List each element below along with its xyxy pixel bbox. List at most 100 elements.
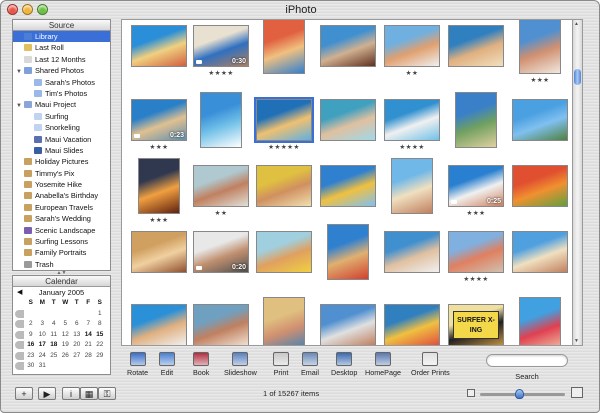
week-select-tab[interactable] [15, 309, 24, 318]
photo-thumbnail[interactable] [327, 224, 369, 280]
photo-thumbnail[interactable] [254, 97, 314, 143]
calendar-toggle-button[interactable]: ▦ [80, 387, 98, 400]
week-select-tab[interactable] [15, 351, 24, 360]
photo-thumbnail[interactable] [512, 231, 568, 273]
week-select-tab[interactable] [15, 320, 24, 328]
photo-thumbnail[interactable] [131, 231, 187, 273]
info-button[interactable]: i [62, 387, 80, 400]
source-item[interactable]: Maui Slides [13, 145, 110, 156]
calendar-day[interactable]: 8 [94, 319, 106, 330]
calendar-week-row[interactable]: 30 31 [13, 361, 110, 372]
photo-thumbnail[interactable] [320, 99, 376, 141]
photo-thumbnail[interactable] [320, 25, 376, 67]
calendar-day[interactable]: 21 [83, 340, 95, 351]
source-item[interactable]: Timmy's Pix [13, 168, 110, 179]
source-item[interactable]: Sarah's Wedding [13, 213, 110, 224]
photo-thumbnail[interactable] [384, 99, 440, 141]
week-select-tab[interactable] [15, 330, 24, 339]
calendar-day[interactable]: 19 [60, 340, 72, 351]
photo-thumbnail[interactable] [320, 165, 376, 207]
photo-thumbnail[interactable] [384, 231, 440, 273]
calendar-day[interactable]: 11 [48, 330, 60, 341]
photo-thumbnail[interactable] [131, 25, 187, 67]
calendar-week-row[interactable]: 2345678 [13, 319, 110, 330]
calendar-week-row[interactable]: 16 17 18 19 20 21 22 [13, 340, 110, 351]
photo-thumbnail[interactable]: 0:25 [448, 165, 504, 207]
calendar-week-row[interactable]: 23 24 25 26 27 28 29 [13, 351, 110, 362]
photo-thumbnail[interactable] [131, 304, 187, 345]
calendar-day[interactable]: 23 [25, 351, 37, 362]
source-item[interactable]: Last 12 Months [13, 54, 110, 65]
tool-rotate[interactable]: Rotate [127, 352, 148, 377]
source-item[interactable]: Maui Vacation [13, 134, 110, 145]
photo-thumbnail[interactable]: SURFER X-ING [448, 304, 504, 345]
photo-thumbnail[interactable] [512, 99, 568, 141]
calendar-day[interactable]: 14 [83, 330, 95, 341]
scroll-thumb[interactable] [574, 69, 581, 85]
calendar-day[interactable]: 16 [25, 340, 37, 351]
tool-homepage[interactable]: HomePage [365, 352, 401, 377]
calendar-day[interactable]: 13 [71, 330, 83, 341]
source-item[interactable]: Library [13, 31, 110, 43]
photo-thumbnail[interactable] [384, 25, 440, 67]
week-select-tab[interactable] [15, 341, 24, 349]
tool-print[interactable]: Print [273, 352, 289, 377]
calendar-day[interactable]: 29 [94, 351, 106, 362]
source-item[interactable]: Scenic Landscape [13, 225, 110, 236]
keyword-button[interactable]: ⚿ [98, 387, 116, 400]
calendar-day[interactable]: 4 [48, 319, 60, 330]
scroll-up-icon[interactable]: ▲ [574, 21, 579, 27]
source-item[interactable]: Surfing Lessons [13, 236, 110, 247]
photo-thumbnail[interactable] [519, 20, 561, 74]
large-photo-icon[interactable] [571, 387, 583, 398]
calendar-day[interactable]: 30 [25, 361, 37, 372]
source-item[interactable]: Tim's Photos [13, 88, 110, 99]
source-item[interactable]: Anabella's Birthday [13, 190, 110, 201]
photo-thumbnail[interactable]: 0:30 [193, 25, 249, 67]
calendar-day[interactable]: 3 [37, 319, 49, 330]
photo-thumbnail[interactable] [200, 92, 242, 148]
calendar-day[interactable]: 17 [37, 340, 49, 351]
previous-month-icon[interactable]: ◀ [17, 287, 22, 298]
calendar-day[interactable]: 7 [83, 319, 95, 330]
calendar-week-row[interactable]: 9 10 11 12 13 14 15 [13, 330, 110, 341]
tool-email[interactable]: Email [301, 352, 319, 377]
source-item[interactable]: European Travels [13, 202, 110, 213]
source-list[interactable]: Source Library Last Roll Last 12 Months ▼ Sh… [12, 19, 111, 271]
photo-thumbnail[interactable] [320, 304, 376, 345]
calendar-day[interactable]: 22 [94, 340, 106, 351]
source-item[interactable]: Snorkeling [13, 122, 110, 133]
add-button[interactable]: + [15, 387, 33, 400]
source-item[interactable]: Sarah's Photos [13, 77, 110, 88]
photo-thumbnail[interactable] [263, 20, 305, 74]
calendar-day[interactable]: 2 [25, 319, 37, 330]
calendar-day[interactable]: 9 [25, 330, 37, 341]
tool-order-prints[interactable]: Order Prints [411, 352, 450, 377]
photo-thumbnail[interactable] [512, 165, 568, 207]
play-button[interactable]: ▶ [38, 387, 56, 400]
zoom-slider-knob[interactable] [515, 389, 525, 399]
small-photo-icon[interactable] [467, 389, 475, 397]
calendar-day[interactable]: 25 [48, 351, 60, 362]
calendar-day[interactable]: 10 [37, 330, 49, 341]
photo-grid[interactable]: 0:30 ★★★★ ★★ ★★★ 0:23 ★★★ ★★★★★ ★★★★ ★★★ ★★ 0:25 ★★… [121, 19, 573, 346]
source-item[interactable]: Holiday Pictures [13, 156, 110, 167]
photo-thumbnail[interactable] [138, 158, 180, 214]
photo-thumbnail[interactable] [384, 304, 440, 345]
calendar-day[interactable]: 31 [37, 361, 49, 372]
calendar-day[interactable]: 26 [60, 351, 72, 362]
calendar-day[interactable]: 15 [94, 330, 106, 341]
calendar-day[interactable]: 28 [83, 351, 95, 362]
source-item[interactable]: Surfing [13, 111, 110, 122]
calendar-day[interactable]: 1 [94, 309, 106, 320]
photo-thumbnail[interactable]: 0:23 [131, 99, 187, 141]
zoom-button[interactable] [37, 4, 48, 15]
calendar-day[interactable]: 24 [37, 351, 49, 362]
photo-thumbnail[interactable] [448, 231, 504, 273]
photo-thumbnail[interactable] [391, 158, 433, 214]
photo-thumbnail[interactable] [519, 297, 561, 345]
source-item[interactable]: Yosemite Hike [13, 179, 110, 190]
source-header[interactable]: Source [13, 20, 110, 31]
source-item[interactable]: Last Roll [13, 42, 110, 53]
minimize-button[interactable] [22, 4, 33, 15]
